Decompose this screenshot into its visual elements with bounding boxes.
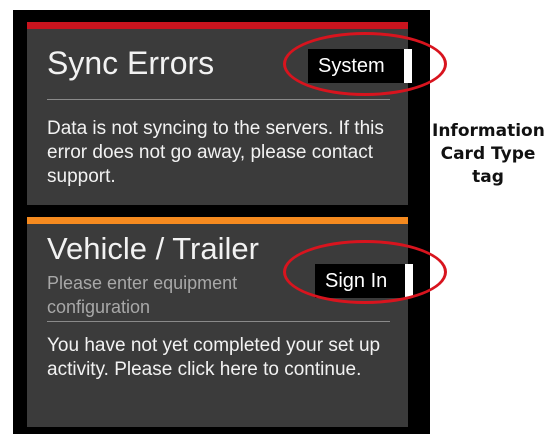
card-title: Sync Errors — [47, 45, 215, 81]
card-message[interactable]: You have not yet completed your set up a… — [47, 334, 397, 382]
tag-highlight-ellipse — [283, 32, 447, 96]
card-divider — [47, 99, 390, 100]
card-message[interactable]: Data is not syncing to the servers. If t… — [47, 117, 397, 189]
card-divider — [47, 321, 390, 322]
tag-highlight-ellipse — [283, 240, 447, 304]
card-subtitle: Please enter equipment configuration — [47, 273, 238, 317]
annotation-label: Information Card Type tag — [432, 121, 545, 187]
card-title: Vehicle / Trailer — [47, 231, 259, 266]
